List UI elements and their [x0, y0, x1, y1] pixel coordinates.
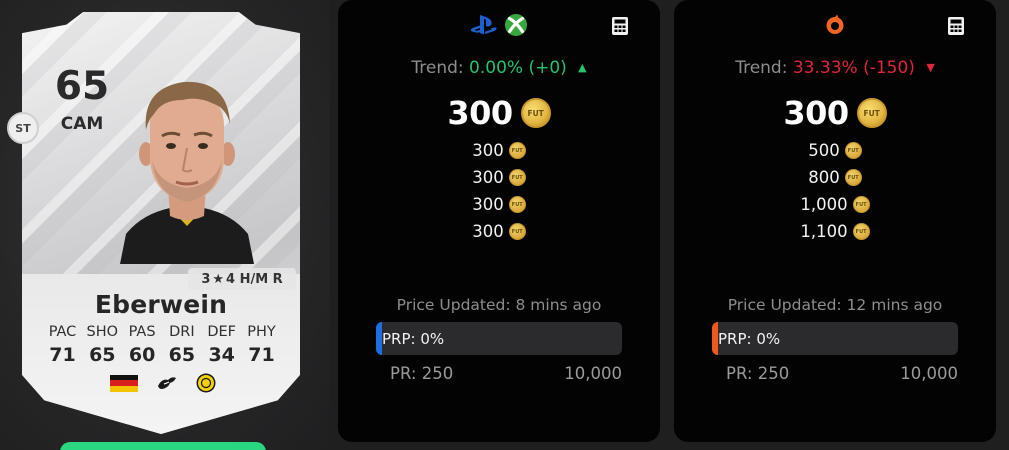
- player-name: Eberwein: [94, 290, 228, 319]
- coin-icon: FUT: [508, 169, 526, 186]
- list-item: 300 FUT: [472, 194, 526, 215]
- stat-value-phy: 71: [248, 344, 275, 366]
- stat-label-def: DEF: [207, 324, 237, 340]
- skills-weakfoot-workrate: 3 ★ 4 H/M R: [188, 268, 296, 290]
- skills-count: 3: [201, 271, 211, 287]
- stat-value-pac: 71: [49, 344, 76, 366]
- stat-value-dri: 65: [168, 344, 196, 366]
- stat-values: 71 65 60 65 34 71: [44, 344, 280, 366]
- coin-icon: FUT: [508, 196, 526, 213]
- germany-flag-icon: [110, 374, 138, 392]
- lowest-price-value: 300: [447, 94, 513, 132]
- lowest-price: 300 FUT: [338, 94, 660, 132]
- player-photo: [120, 81, 254, 264]
- stat-label-phy: PHY: [247, 324, 276, 340]
- calculator-icon[interactable]: [946, 16, 966, 36]
- alt-position-badge[interactable]: ST: [7, 112, 39, 144]
- trend-value: 0.00% (+0): [469, 58, 567, 78]
- coin-icon: FUT: [856, 98, 887, 128]
- bundesliga-eagle-icon: [158, 377, 176, 389]
- price-range: PR: 250 10,000: [726, 364, 958, 383]
- lowest-price-value: 300: [783, 94, 849, 132]
- list-item: 1,000 FUT: [800, 194, 870, 215]
- prp-progress-bar: PRP: 0%: [376, 322, 622, 355]
- price-value: 800: [808, 168, 840, 187]
- prp-label: PRP: 0%: [382, 329, 445, 348]
- coin-icon: FUT: [508, 223, 526, 240]
- coin-icon: FUT: [844, 142, 862, 159]
- list-item: 500 FUT: [808, 140, 862, 161]
- price-value: 500: [808, 141, 840, 160]
- price-range-min: PR: 250: [390, 364, 454, 383]
- price-range-max: 10,000: [900, 364, 958, 383]
- price-list: 300 FUT 300 FUT 300 FUT 300 FUT: [338, 140, 660, 242]
- pc-price-panel: Trend: 33.33% (-150) ▼ 300 FUT 500 FUT 8…: [674, 0, 996, 442]
- price-range-max: 10,000: [564, 364, 622, 383]
- weakfoot-workrate: 4 H/M R: [226, 271, 283, 287]
- stat-value-pas: 60: [128, 344, 156, 366]
- list-item: 800 FUT: [808, 167, 862, 188]
- prp-progress-bar: PRP: 0%: [712, 322, 958, 355]
- trend-label: Trend:: [411, 58, 464, 78]
- playstation-icon[interactable]: [470, 13, 498, 37]
- dortmund-crest-icon: [196, 373, 216, 393]
- coin-icon: FUT: [852, 196, 870, 213]
- price-value: 300: [472, 168, 504, 187]
- player-position: CAM: [60, 114, 104, 134]
- price-value: 300: [472, 222, 504, 241]
- action-button[interactable]: [60, 442, 266, 450]
- list-item: 1,100 FUT: [800, 221, 870, 242]
- trend-down-icon: ▼: [926, 61, 935, 74]
- calculator-icon[interactable]: [610, 16, 630, 36]
- trend-label: Trend:: [735, 58, 788, 78]
- player-rating: 65: [54, 64, 110, 109]
- lowest-price: 300 FUT: [674, 94, 996, 132]
- trend-up-icon: ▲: [578, 61, 587, 74]
- price-value: 1,000: [800, 195, 848, 214]
- stat-label-sho: SHO: [86, 324, 119, 340]
- console-price-panel: Trend: 0.00% (+0) ▲ 300 FUT 300 FUT 300 …: [338, 0, 660, 442]
- stat-value-sho: 65: [89, 344, 116, 366]
- stat-label-dri: DRI: [169, 324, 195, 340]
- coin-icon: FUT: [852, 223, 870, 240]
- price-list: 500 FUT 800 FUT 1,000 FUT 1,100 FUT: [674, 140, 996, 242]
- list-item: 300 FUT: [472, 140, 526, 161]
- origin-icon[interactable]: [823, 13, 847, 37]
- coin-icon: FUT: [844, 169, 862, 186]
- coin-icon: FUT: [520, 98, 551, 128]
- price-value: 300: [472, 195, 504, 214]
- price-value: 300: [472, 141, 504, 160]
- price-updated-text: Price Updated: 12 mins ago: [727, 296, 943, 314]
- price-updated-text: Price Updated: 8 mins ago: [396, 296, 602, 314]
- trend-value: 33.33% (-150): [792, 58, 915, 78]
- price-range-min: PR: 250: [726, 364, 790, 383]
- stat-label-pas: PAS: [128, 324, 156, 340]
- list-item: 300 FUT: [472, 167, 526, 188]
- list-item: 300 FUT: [472, 221, 526, 242]
- trend-line: Trend: 33.33% (-150) ▼: [674, 58, 996, 78]
- stat-labels: PAC SHO PAS DRI DEF PHY: [44, 324, 280, 340]
- price-value: 1,100: [800, 222, 848, 241]
- prp-label: PRP: 0%: [718, 329, 781, 348]
- coin-icon: FUT: [508, 142, 526, 159]
- xbox-icon[interactable]: [504, 13, 528, 37]
- stat-label-pac: PAC: [48, 324, 77, 340]
- card-emblems: [110, 373, 216, 393]
- price-range: PR: 250 10,000: [390, 364, 622, 383]
- trend-line: Trend: 0.00% (+0) ▲: [338, 58, 660, 78]
- stat-value-def: 34: [208, 344, 235, 366]
- star-icon: ★: [212, 271, 225, 287]
